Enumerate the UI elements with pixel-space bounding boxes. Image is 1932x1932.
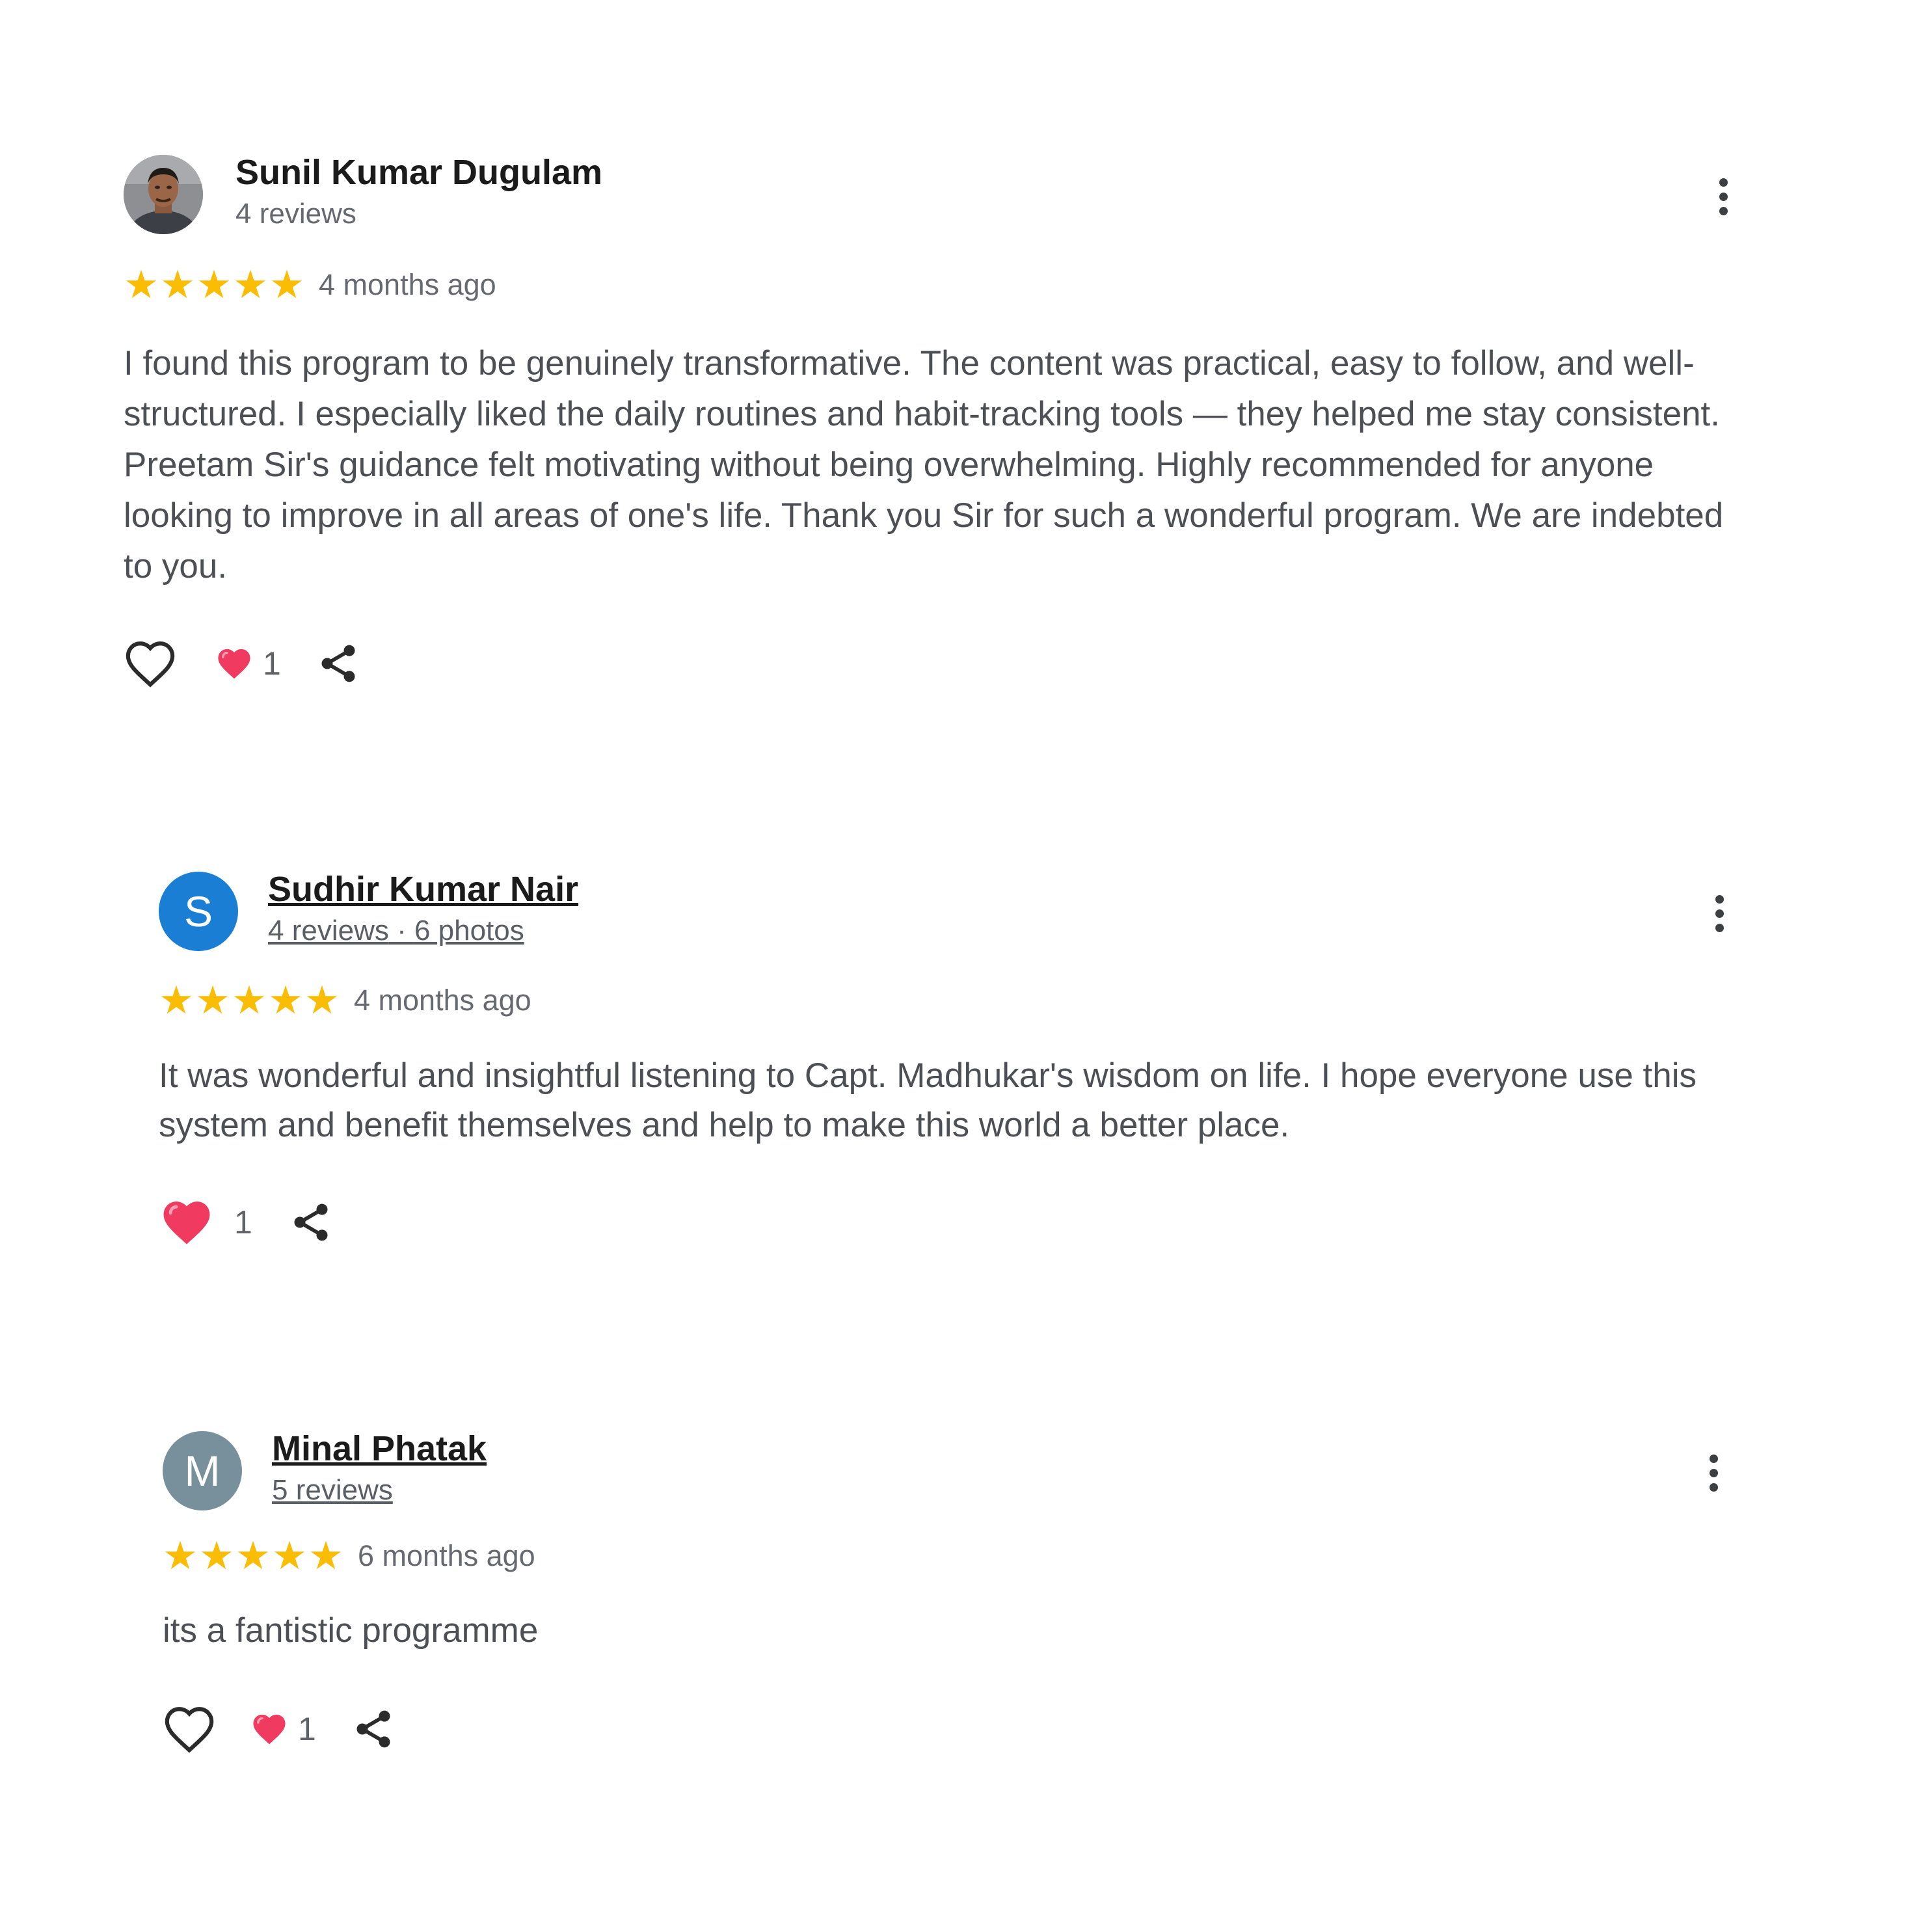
star-icon: ★ (195, 978, 230, 1023)
like-button[interactable] (163, 1704, 216, 1754)
review-date: 4 months ago (354, 984, 531, 1017)
star-icon: ★ (233, 262, 268, 308)
star-icon: ★ (308, 1533, 343, 1579)
review-text: its a fantistic programme (163, 1611, 539, 1650)
star-rating: ★ ★ ★ ★ ★ (163, 1536, 343, 1576)
reviewer-review-count[interactable]: 4 reviews (268, 915, 389, 946)
star-icon: ★ (269, 262, 304, 308)
avatar[interactable] (124, 155, 203, 234)
review-text: It was wonderful and insightful listenin… (159, 1056, 1697, 1144)
share-icon (294, 1203, 328, 1241)
reviewer-name[interactable]: Sunil Kumar Dugulam (235, 152, 602, 193)
star-icon: ★ (159, 978, 194, 1023)
rating-row: ★ ★ ★ ★ ★ 4 months ago (124, 265, 496, 304)
reaction-count: 1 (234, 1204, 252, 1241)
star-icon: ★ (160, 262, 195, 308)
avatar-letter: S (183, 887, 213, 935)
star-icon: ★ (272, 1533, 307, 1579)
rating-row: ★ ★ ★ ★ ★ 4 months ago (159, 981, 531, 1020)
rating-row: ★ ★ ★ ★ ★ 6 months ago (163, 1536, 535, 1576)
review-date: 4 months ago (319, 268, 496, 301)
star-icon: ★ (268, 978, 303, 1023)
star-icon: ★ (232, 978, 267, 1023)
share-icon (356, 1710, 390, 1748)
star-icon: ★ (124, 262, 159, 308)
avatar[interactable]: S (159, 872, 238, 951)
share-button[interactable] (351, 1706, 396, 1752)
reaction-summary[interactable]: 1 (250, 1710, 316, 1748)
star-rating: ★ ★ ★ ★ ★ (159, 981, 340, 1020)
star-icon: ★ (235, 1533, 271, 1579)
star-icon: ★ (199, 1533, 234, 1579)
star-icon: ★ (163, 1533, 198, 1579)
share-button[interactable] (289, 1199, 333, 1246)
reviewer-review-count[interactable]: 5 reviews (272, 1474, 393, 1507)
heart-outline-icon (126, 641, 175, 688)
star-rating: ★ ★ ★ ★ ★ (124, 265, 304, 304)
reviewer-name[interactable]: Minal Phatak (272, 1429, 487, 1469)
heart-filled-icon (253, 1714, 286, 1745)
review-date: 6 months ago (358, 1539, 535, 1572)
review-text: I found this program to be genuinely tra… (124, 344, 1724, 585)
reviewer-name[interactable]: Sudhir Kumar Nair (268, 869, 578, 909)
more-vert-icon[interactable] (1706, 887, 1732, 939)
star-icon: ★ (304, 978, 340, 1023)
reviewer-meta[interactable]: 4 reviews · 6 photos (268, 915, 524, 947)
more-vert-icon[interactable] (1710, 170, 1736, 222)
heart-outline-icon (165, 1707, 214, 1753)
review-actions: 1 (124, 639, 360, 688)
reviewer-review-count[interactable]: 4 reviews (235, 198, 356, 230)
review-actions: 1 (163, 1704, 396, 1754)
reaction-count: 1 (263, 645, 281, 682)
star-icon: ★ (196, 262, 232, 308)
like-button[interactable] (124, 639, 177, 688)
reviewer-photo-count[interactable]: 6 photos (414, 915, 524, 946)
reaction-count: 1 (298, 1711, 316, 1747)
share-button[interactable] (316, 640, 360, 687)
heart-filled-icon (218, 649, 250, 679)
meta-separator: · (388, 915, 414, 946)
review-actions: 1 (159, 1197, 333, 1248)
share-icon (321, 645, 355, 682)
avatar[interactable]: M (163, 1431, 242, 1510)
avatar-letter: M (184, 1447, 221, 1495)
more-vert-icon[interactable] (1700, 1447, 1726, 1499)
reaction-summary[interactable]: 1 (215, 645, 281, 682)
reaction-summary[interactable]: 1 (159, 1197, 252, 1248)
heart-filled-icon (163, 1201, 210, 1244)
